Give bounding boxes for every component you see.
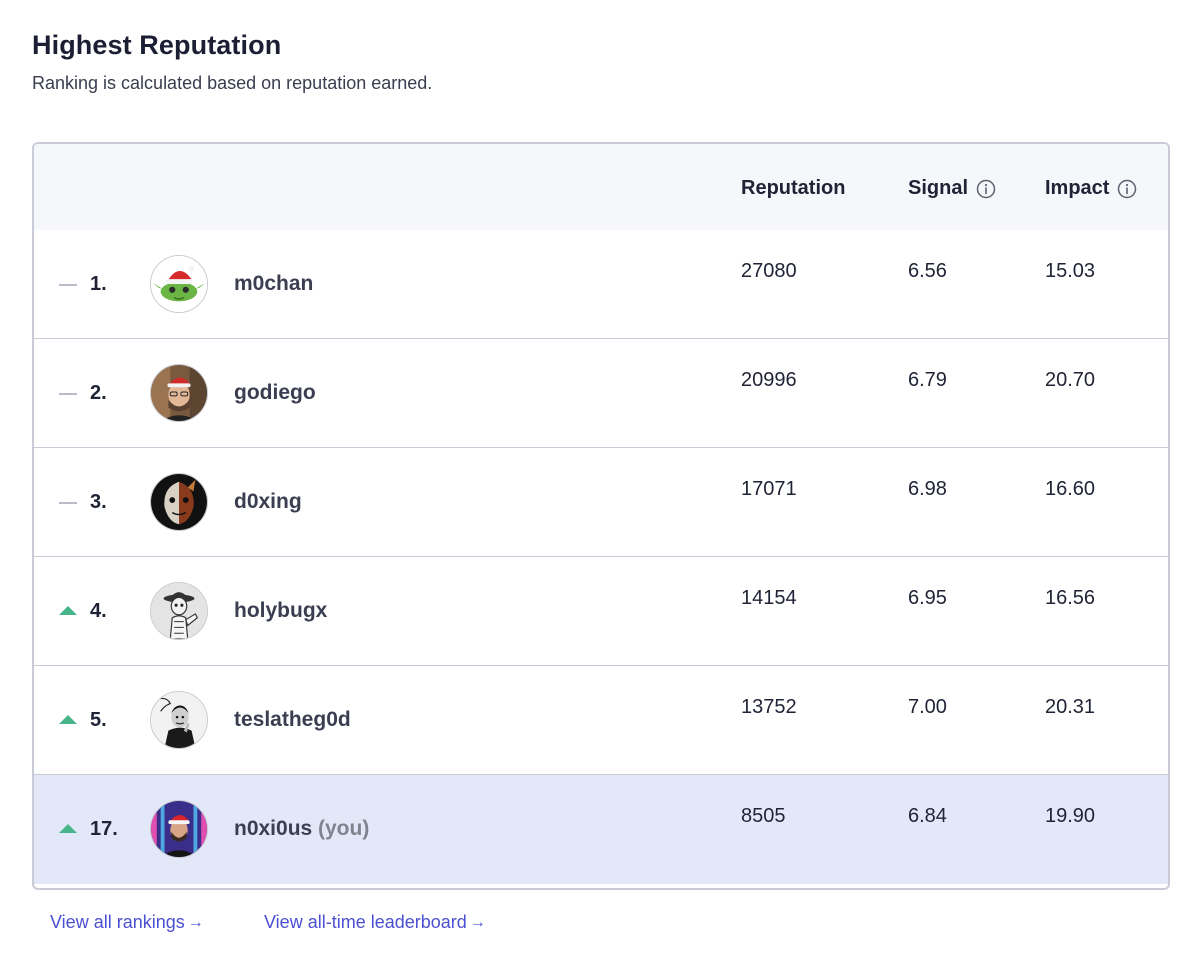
table-row-self[interactable]: 17. n0xi0us (you) 8505 6.84 19.90 <box>34 775 1168 884</box>
arrow-up-icon <box>59 715 77 724</box>
username[interactable]: d0xing <box>234 490 302 514</box>
flat-dash-icon <box>59 502 77 504</box>
avatar[interactable] <box>150 364 208 422</box>
leaderboard-table: Reputation Signal Impact 1. m0chan 27080… <box>32 142 1170 890</box>
table-header: Reputation Signal Impact <box>34 144 1168 230</box>
table-row[interactable]: 4. holybugx 14154 6.95 16.56 <box>34 557 1168 666</box>
impact-value: 20.31 <box>1045 696 1096 718</box>
avatar[interactable] <box>150 800 208 858</box>
table-row[interactable]: 1. m0chan 27080 6.56 15.03 <box>34 230 1168 339</box>
reputation-value: 13752 <box>741 696 797 718</box>
reputation-value: 20996 <box>741 369 797 391</box>
rank-number: 2. <box>90 382 107 404</box>
page-subtitle: Ranking is calculated based on reputatio… <box>32 73 433 93</box>
signal-value: 6.79 <box>908 369 947 391</box>
impact-value: 16.60 <box>1045 478 1096 500</box>
username[interactable]: m0chan <box>234 272 313 296</box>
reputation-value: 14154 <box>741 587 797 609</box>
rank-number: 3. <box>90 491 107 513</box>
flat-dash-icon <box>59 393 77 395</box>
impact-value: 20.70 <box>1045 369 1096 391</box>
view-all-time-leaderboard-link[interactable]: View all-time leaderboard → <box>264 912 486 933</box>
impact-value: 15.03 <box>1045 260 1096 282</box>
column-impact[interactable]: Impact <box>1045 177 1137 200</box>
info-icon[interactable] <box>976 179 996 199</box>
rank-number: 4. <box>90 600 107 622</box>
you-label: (you) <box>318 817 370 840</box>
table-row[interactable]: 2. godiego 20996 6.79 20.70 <box>34 339 1168 448</box>
avatar[interactable] <box>150 473 208 531</box>
rank-number: 1. <box>90 273 107 295</box>
signal-value: 7.00 <box>908 696 947 718</box>
reputation-value: 8505 <box>741 805 786 827</box>
table-row[interactable]: 5. teslatheg0d 13752 7.00 20.31 <box>34 666 1168 775</box>
rank-number: 5. <box>90 709 107 731</box>
avatar[interactable] <box>150 255 208 313</box>
column-reputation[interactable]: Reputation <box>741 177 845 200</box>
reputation-value: 27080 <box>741 260 797 282</box>
page-title: Highest Reputation <box>32 30 282 60</box>
arrow-right-icon: → <box>187 913 204 931</box>
impact-value: 19.90 <box>1045 805 1096 827</box>
signal-value: 6.84 <box>908 805 947 827</box>
arrow-up-icon <box>59 824 77 833</box>
impact-value: 16.56 <box>1045 587 1096 609</box>
column-signal[interactable]: Signal <box>908 177 996 200</box>
arrow-right-icon: → <box>469 913 486 931</box>
flat-dash-icon <box>59 284 77 286</box>
info-icon[interactable] <box>1117 179 1137 199</box>
signal-value: 6.56 <box>908 260 947 282</box>
reputation-value: 17071 <box>741 478 797 500</box>
username[interactable]: godiego <box>234 381 316 405</box>
username[interactable]: teslatheg0d <box>234 708 351 732</box>
table-body: 1. m0chan 27080 6.56 15.03 2. godiego 20… <box>34 230 1168 884</box>
signal-value: 6.98 <box>908 478 947 500</box>
avatar[interactable] <box>150 582 208 640</box>
signal-value: 6.95 <box>908 587 947 609</box>
view-all-rankings-link[interactable]: View all rankings → <box>50 912 204 933</box>
rank-number: 17. <box>90 818 118 840</box>
username[interactable]: n0xi0us <box>234 817 312 841</box>
username[interactable]: holybugx <box>234 599 327 623</box>
arrow-up-icon <box>59 606 77 615</box>
avatar[interactable] <box>150 691 208 749</box>
table-row[interactable]: 3. d0xing 17071 6.98 16.60 <box>34 448 1168 557</box>
